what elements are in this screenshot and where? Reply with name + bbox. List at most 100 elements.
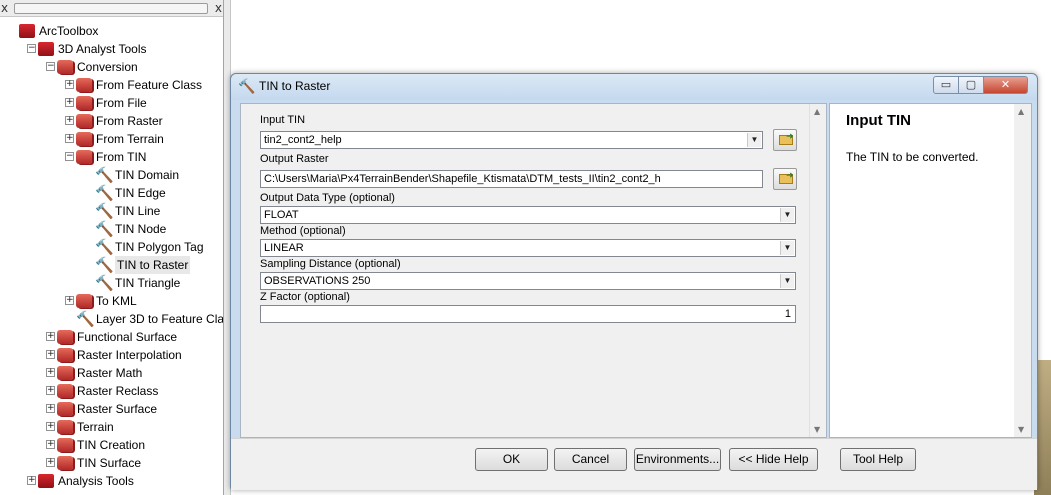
sampling-distance-select[interactable]: OBSERVATIONS 250 ▼ bbox=[260, 272, 796, 290]
chevron-down-icon[interactable]: ▼ bbox=[747, 133, 761, 147]
method-value: LINEAR bbox=[264, 242, 304, 254]
minimize-button[interactable]: ▭ bbox=[933, 76, 959, 94]
tree-item-raster-math[interactable]: + Raster Math bbox=[0, 364, 223, 382]
expand-icon[interactable]: + bbox=[65, 134, 74, 143]
parameters-scrollbar[interactable]: ▲ ▼ bbox=[809, 104, 826, 437]
toolset-icon bbox=[57, 456, 73, 470]
scroll-up-icon[interactable]: ▲ bbox=[814, 107, 820, 116]
tree-item-label: TIN to Raster bbox=[115, 256, 191, 274]
toolset-icon bbox=[57, 420, 73, 434]
method-label: Method (optional) bbox=[260, 225, 346, 237]
toolset-icon bbox=[57, 402, 73, 416]
tree-item-tin-domain[interactable]: 🔨 TIN Domain bbox=[0, 166, 223, 184]
expand-icon[interactable]: + bbox=[46, 350, 55, 359]
tree-item-label: TIN Domain bbox=[115, 168, 180, 182]
help-scrollbar[interactable]: ▲ ▼ bbox=[1014, 104, 1031, 437]
method-select[interactable]: LINEAR ▼ bbox=[260, 239, 796, 257]
close-icon[interactable]: x bbox=[1, 1, 8, 15]
output-data-type-select[interactable]: FLOAT ▼ bbox=[260, 206, 796, 224]
expand-icon[interactable]: + bbox=[46, 422, 55, 431]
expand-icon[interactable]: + bbox=[65, 80, 74, 89]
tree-item-label: ArcToolbox bbox=[39, 24, 99, 38]
tree-item-label: 3D Analyst Tools bbox=[58, 42, 147, 56]
dialog-titlebar[interactable]: 🔨 TIN to Raster ▭ ▢ ✕ bbox=[231, 74, 1037, 100]
expand-icon[interactable]: + bbox=[46, 458, 55, 467]
tree-item-tin-polygon-tag[interactable]: 🔨 TIN Polygon Tag bbox=[0, 238, 223, 256]
tree-item-label: Raster Surface bbox=[77, 402, 158, 416]
toolbox-icon bbox=[38, 42, 54, 56]
collapse-icon[interactable]: − bbox=[46, 62, 55, 71]
hide-help-button[interactable]: << Hide Help bbox=[729, 448, 818, 471]
expand-icon[interactable]: + bbox=[46, 404, 55, 413]
input-tin-combo[interactable]: tin2_cont2_help ▼ bbox=[260, 131, 763, 149]
tree-item-label: From Feature Class bbox=[96, 78, 203, 92]
toolset-icon bbox=[76, 114, 92, 128]
toolset-icon bbox=[57, 366, 73, 380]
tree-item-label: Raster Interpolation bbox=[77, 348, 182, 362]
expand-icon[interactable]: + bbox=[46, 440, 55, 449]
collapse-icon[interactable]: − bbox=[27, 44, 36, 53]
expand-icon[interactable]: + bbox=[65, 296, 74, 305]
tree-item-from-raster[interactable]: + From Raster bbox=[0, 112, 223, 130]
tree-item-raster-surface[interactable]: + Raster Surface bbox=[0, 400, 223, 418]
toolbox-icon bbox=[19, 24, 35, 38]
tree-item-tin-node[interactable]: 🔨 TIN Node bbox=[0, 220, 223, 238]
ok-button[interactable]: OK bbox=[475, 448, 548, 471]
expand-icon[interactable]: + bbox=[46, 386, 55, 395]
tree-item-tin-surface[interactable]: + TIN Surface bbox=[0, 454, 223, 472]
tree-item-from-terrain[interactable]: + From Terrain bbox=[0, 130, 223, 148]
tree-item-raster-interpolation[interactable]: + Raster Interpolation bbox=[0, 346, 223, 364]
chevron-down-icon[interactable]: ▼ bbox=[780, 208, 794, 222]
hammer-icon: 🔨 bbox=[95, 166, 114, 184]
tree-item-tin-line[interactable]: 🔨 TIN Line bbox=[0, 202, 223, 220]
tree-item-label: TIN Triangle bbox=[115, 276, 181, 290]
scroll-up-icon[interactable]: ▲ bbox=[1018, 107, 1024, 116]
hammer-icon: 🔨 bbox=[238, 79, 256, 95]
tree-item-label: TIN Creation bbox=[77, 438, 146, 452]
scroll-down-icon[interactable]: ▼ bbox=[1018, 425, 1024, 434]
horizontal-scrollbar[interactable] bbox=[14, 3, 208, 14]
hammer-icon: 🔨 bbox=[76, 310, 95, 328]
expand-icon[interactable]: + bbox=[65, 116, 74, 125]
tree-item-tin-to-raster[interactable]: 🔨 TIN to Raster bbox=[0, 256, 223, 274]
z-factor-input[interactable]: 1 bbox=[260, 305, 796, 323]
tree-item-from-feature-class[interactable]: + From Feature Class bbox=[0, 76, 223, 94]
toolset-icon bbox=[57, 438, 73, 452]
tree-item-functional-surface[interactable]: + Functional Surface bbox=[0, 328, 223, 346]
tree-item-raster-reclass[interactable]: + Raster Reclass bbox=[0, 382, 223, 400]
collapse-icon[interactable]: − bbox=[65, 152, 74, 161]
cancel-button[interactable]: Cancel bbox=[554, 448, 627, 471]
toolbox-header-bar: x x bbox=[0, 0, 223, 17]
tool-help-button[interactable]: Tool Help bbox=[840, 448, 916, 471]
browse-folder-icon[interactable]: ➜ bbox=[773, 168, 797, 190]
close-icon[interactable]: x bbox=[215, 1, 222, 15]
environments-button[interactable]: Environments... bbox=[634, 448, 721, 471]
output-raster-field[interactable]: C:\Users\Maria\Px4TerrainBender\Shapefil… bbox=[260, 170, 763, 188]
maximize-button[interactable]: ▢ bbox=[958, 76, 984, 94]
close-button[interactable]: ✕ bbox=[983, 76, 1028, 94]
tree-item-analysis-tools[interactable]: + Analysis Tools bbox=[0, 472, 223, 490]
expand-icon[interactable]: + bbox=[46, 332, 55, 341]
toolset-icon bbox=[76, 294, 92, 308]
tree-item-tin-triangle[interactable]: 🔨 TIN Triangle bbox=[0, 274, 223, 292]
tree-item-3d-analyst-tools[interactable]: − 3D Analyst Tools bbox=[0, 40, 223, 58]
tree-item-conversion[interactable]: − Conversion bbox=[0, 58, 223, 76]
tree-item-terrain[interactable]: + Terrain bbox=[0, 418, 223, 436]
hammer-icon: 🔨 bbox=[95, 202, 114, 220]
browse-folder-icon[interactable]: ➜ bbox=[773, 129, 797, 151]
tree-item-to-kml[interactable]: + To KML bbox=[0, 292, 223, 310]
tree-item-tin-edge[interactable]: 🔨 TIN Edge bbox=[0, 184, 223, 202]
tree-item-label: TIN Polygon Tag bbox=[115, 240, 204, 254]
expand-icon[interactable]: + bbox=[46, 368, 55, 377]
tree-item-from-file[interactable]: + From File bbox=[0, 94, 223, 112]
tree-item-from-tin[interactable]: − From TIN bbox=[0, 148, 223, 166]
chevron-down-icon[interactable]: ▼ bbox=[780, 241, 794, 255]
tree-item-arctoolbox[interactable]: ArcToolbox bbox=[0, 22, 223, 40]
tree-item-layer-3d-to-feature-cla[interactable]: 🔨 Layer 3D to Feature Cla bbox=[0, 310, 223, 328]
chevron-down-icon[interactable]: ▼ bbox=[780, 274, 794, 288]
scroll-down-icon[interactable]: ▼ bbox=[814, 425, 820, 434]
expand-icon[interactable]: + bbox=[65, 98, 74, 107]
tree-item-tin-creation[interactable]: + TIN Creation bbox=[0, 436, 223, 454]
expand-icon[interactable]: + bbox=[27, 476, 36, 485]
dialog-footer: OK Cancel Environments... << Hide Help T… bbox=[231, 438, 1037, 490]
